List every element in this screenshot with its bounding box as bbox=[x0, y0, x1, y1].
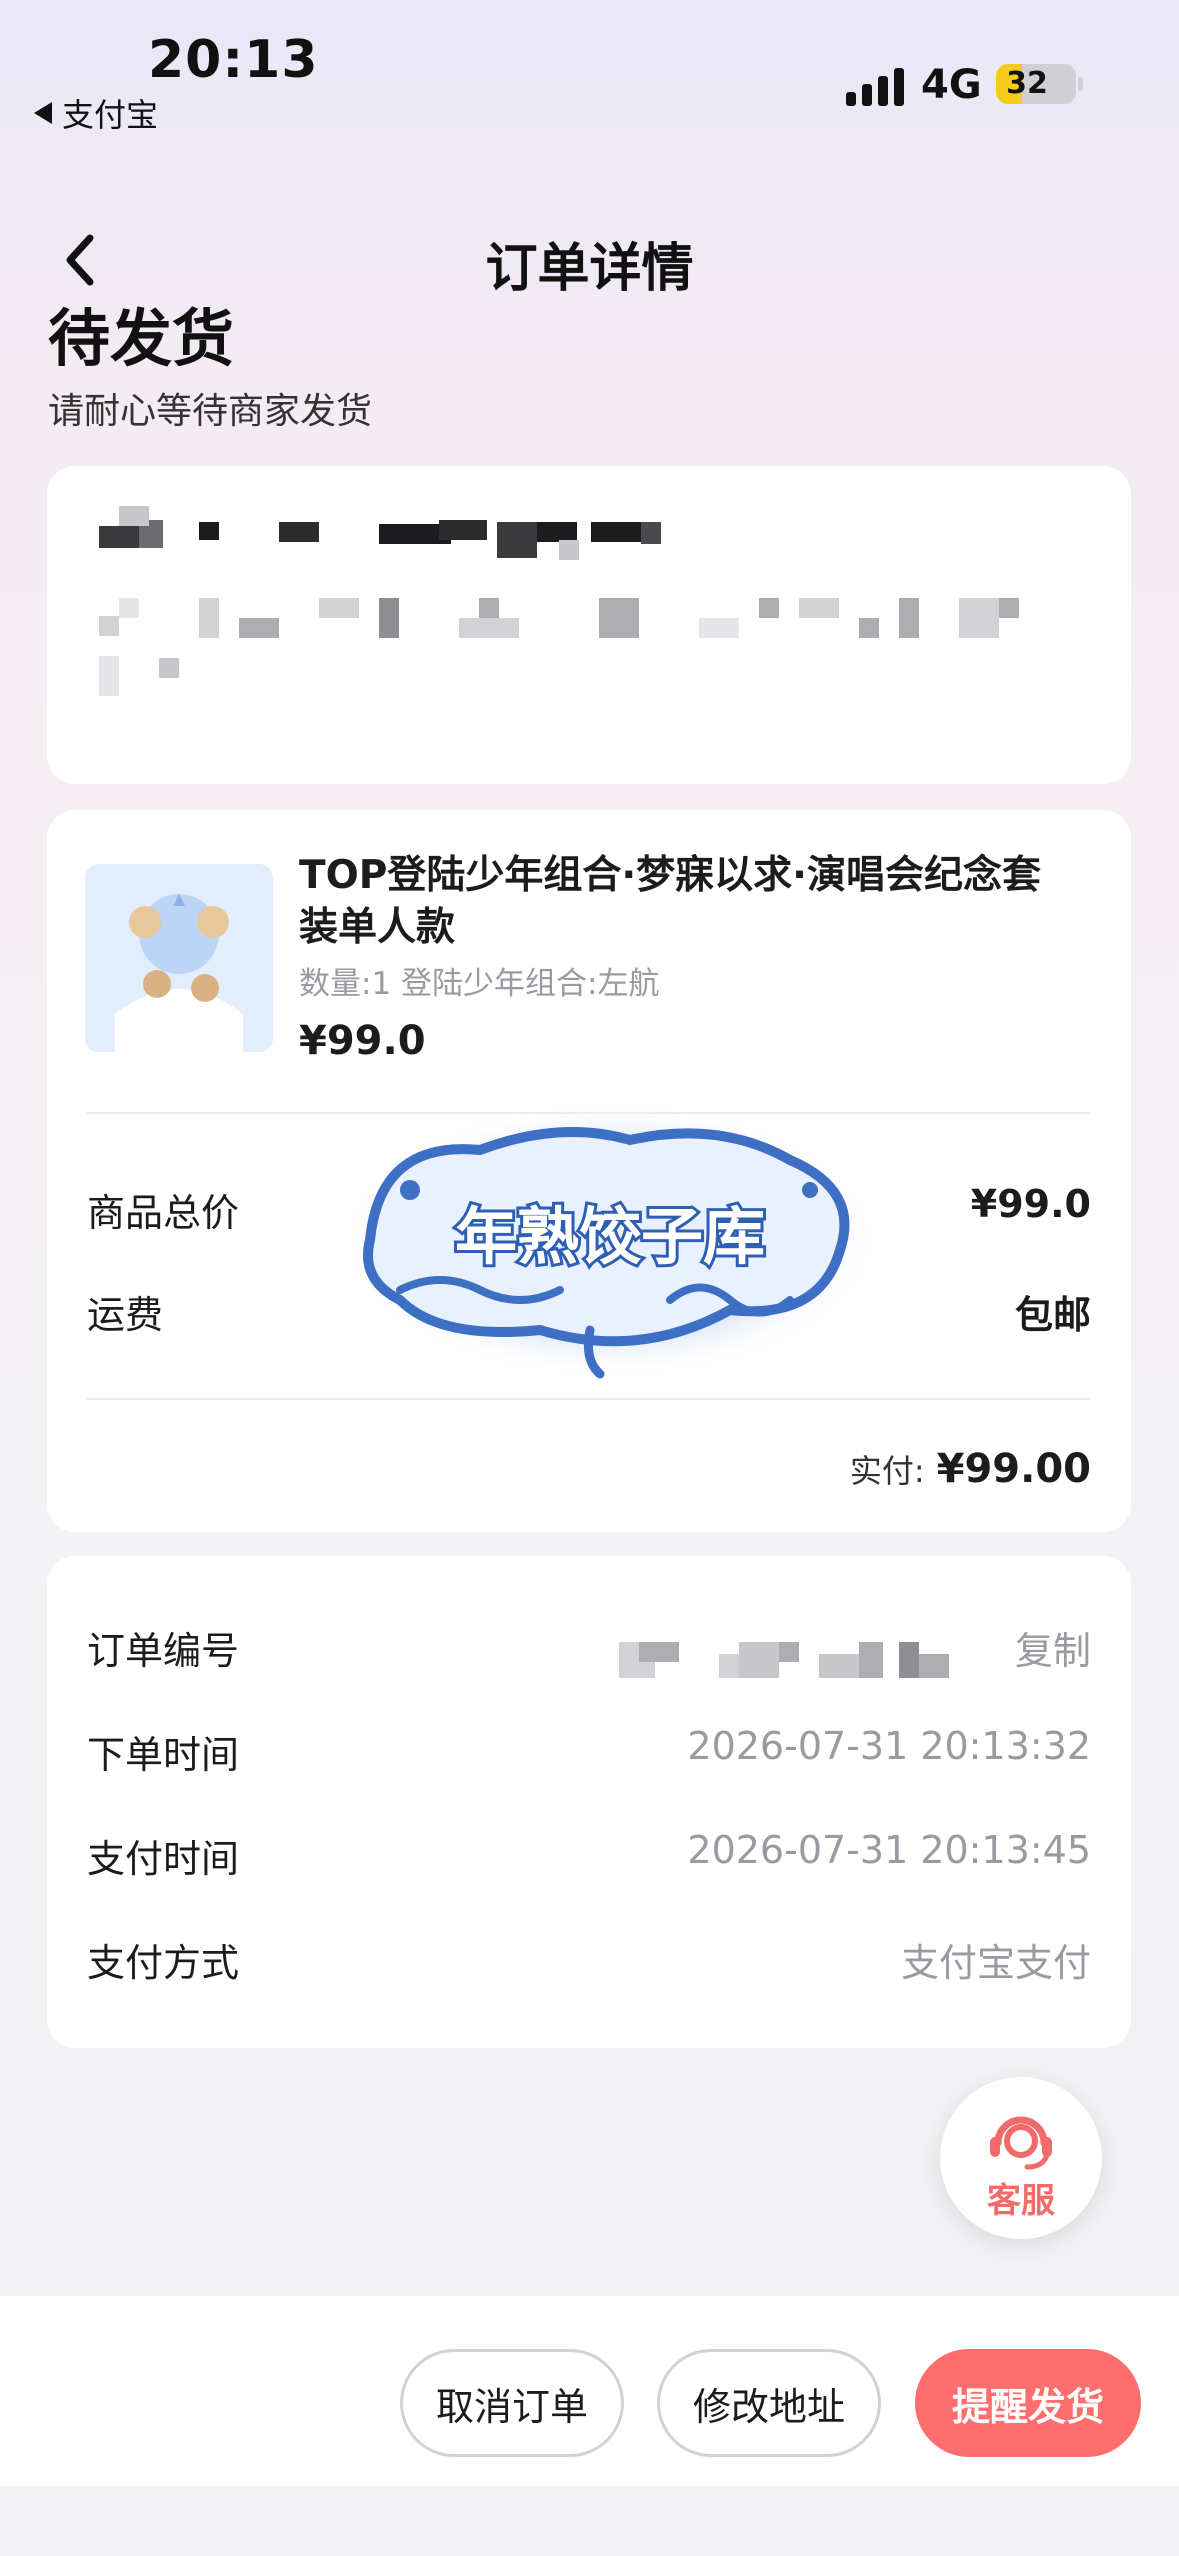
shipping-value: 包邮 bbox=[1014, 1293, 1091, 1337]
customer-service-label: 客服 bbox=[987, 2181, 1055, 2221]
shipping-label: 运费 bbox=[87, 1293, 164, 1337]
product-image bbox=[85, 864, 273, 1052]
pay-method-value: 支付宝支付 bbox=[900, 1941, 1091, 1985]
order-info-card: 订单编号 复制 下单时间 2026-07-31 20:13:32 支付时间 20… bbox=[47, 1556, 1131, 2048]
product-price: ¥99.0 bbox=[299, 1018, 426, 1064]
cancel-order-button[interactable]: 取消订单 bbox=[400, 2349, 624, 2457]
product-spec: 数量:1 登陆少年组合:左航 bbox=[299, 966, 660, 1002]
pay-time-label: 支付时间 bbox=[87, 1837, 240, 1881]
order-time-label: 下单时间 bbox=[87, 1733, 240, 1777]
order-time-value: 2026-07-31 20:13:32 bbox=[687, 1724, 1091, 1768]
product-thumbnail[interactable] bbox=[85, 864, 273, 1052]
order-no-label: 订单编号 bbox=[87, 1629, 240, 1673]
paid-amount-row: 实付: ¥99.00 bbox=[850, 1446, 1091, 1492]
order-status-subtitle: 请耐心等待商家发货 bbox=[48, 391, 373, 432]
back-to-app-link[interactable]: 支付宝 bbox=[34, 90, 158, 136]
back-app-label: 支付宝 bbox=[62, 96, 159, 134]
order-status-title: 待发货 bbox=[48, 302, 235, 375]
product-name[interactable]: TOP登陆少年组合·梦寐以求·演唱会纪念套装单人款 bbox=[299, 850, 1079, 954]
modify-address-button[interactable]: 修改地址 bbox=[657, 2349, 881, 2457]
copy-button[interactable]: 复制 bbox=[1015, 1620, 1091, 1675]
network-type: 4G bbox=[921, 62, 982, 108]
bottom-action-bar: 取消订单 修改地址 提醒发货 bbox=[0, 2296, 1179, 2486]
back-triangle-icon bbox=[34, 102, 52, 124]
address-card[interactable] bbox=[47, 466, 1131, 784]
signal-icon bbox=[846, 68, 904, 106]
divider bbox=[87, 1398, 1091, 1400]
pay-time-value: 2026-07-31 20:13:45 bbox=[687, 1828, 1091, 1872]
battery-icon: 32 bbox=[996, 64, 1076, 104]
battery-nub bbox=[1078, 77, 1083, 91]
battery-percent: 32 bbox=[1006, 66, 1048, 101]
remind-ship-button[interactable]: 提醒发货 bbox=[915, 2349, 1141, 2457]
paid-value: ¥99.00 bbox=[936, 1446, 1091, 1492]
goods-total-value: ¥99.0 bbox=[970, 1182, 1091, 1226]
goods-total-label: 商品总价 bbox=[87, 1191, 240, 1235]
pay-method-label: 支付方式 bbox=[87, 1941, 240, 1985]
status-time: 20:13 bbox=[148, 30, 319, 90]
watermark-text: 年熟饺子库 bbox=[455, 1200, 765, 1273]
watermark-logo: 年熟饺子库 bbox=[340, 1100, 880, 1380]
customer-service-button[interactable]: 客服 bbox=[940, 2077, 1102, 2239]
paid-label: 实付: bbox=[849, 1452, 925, 1490]
